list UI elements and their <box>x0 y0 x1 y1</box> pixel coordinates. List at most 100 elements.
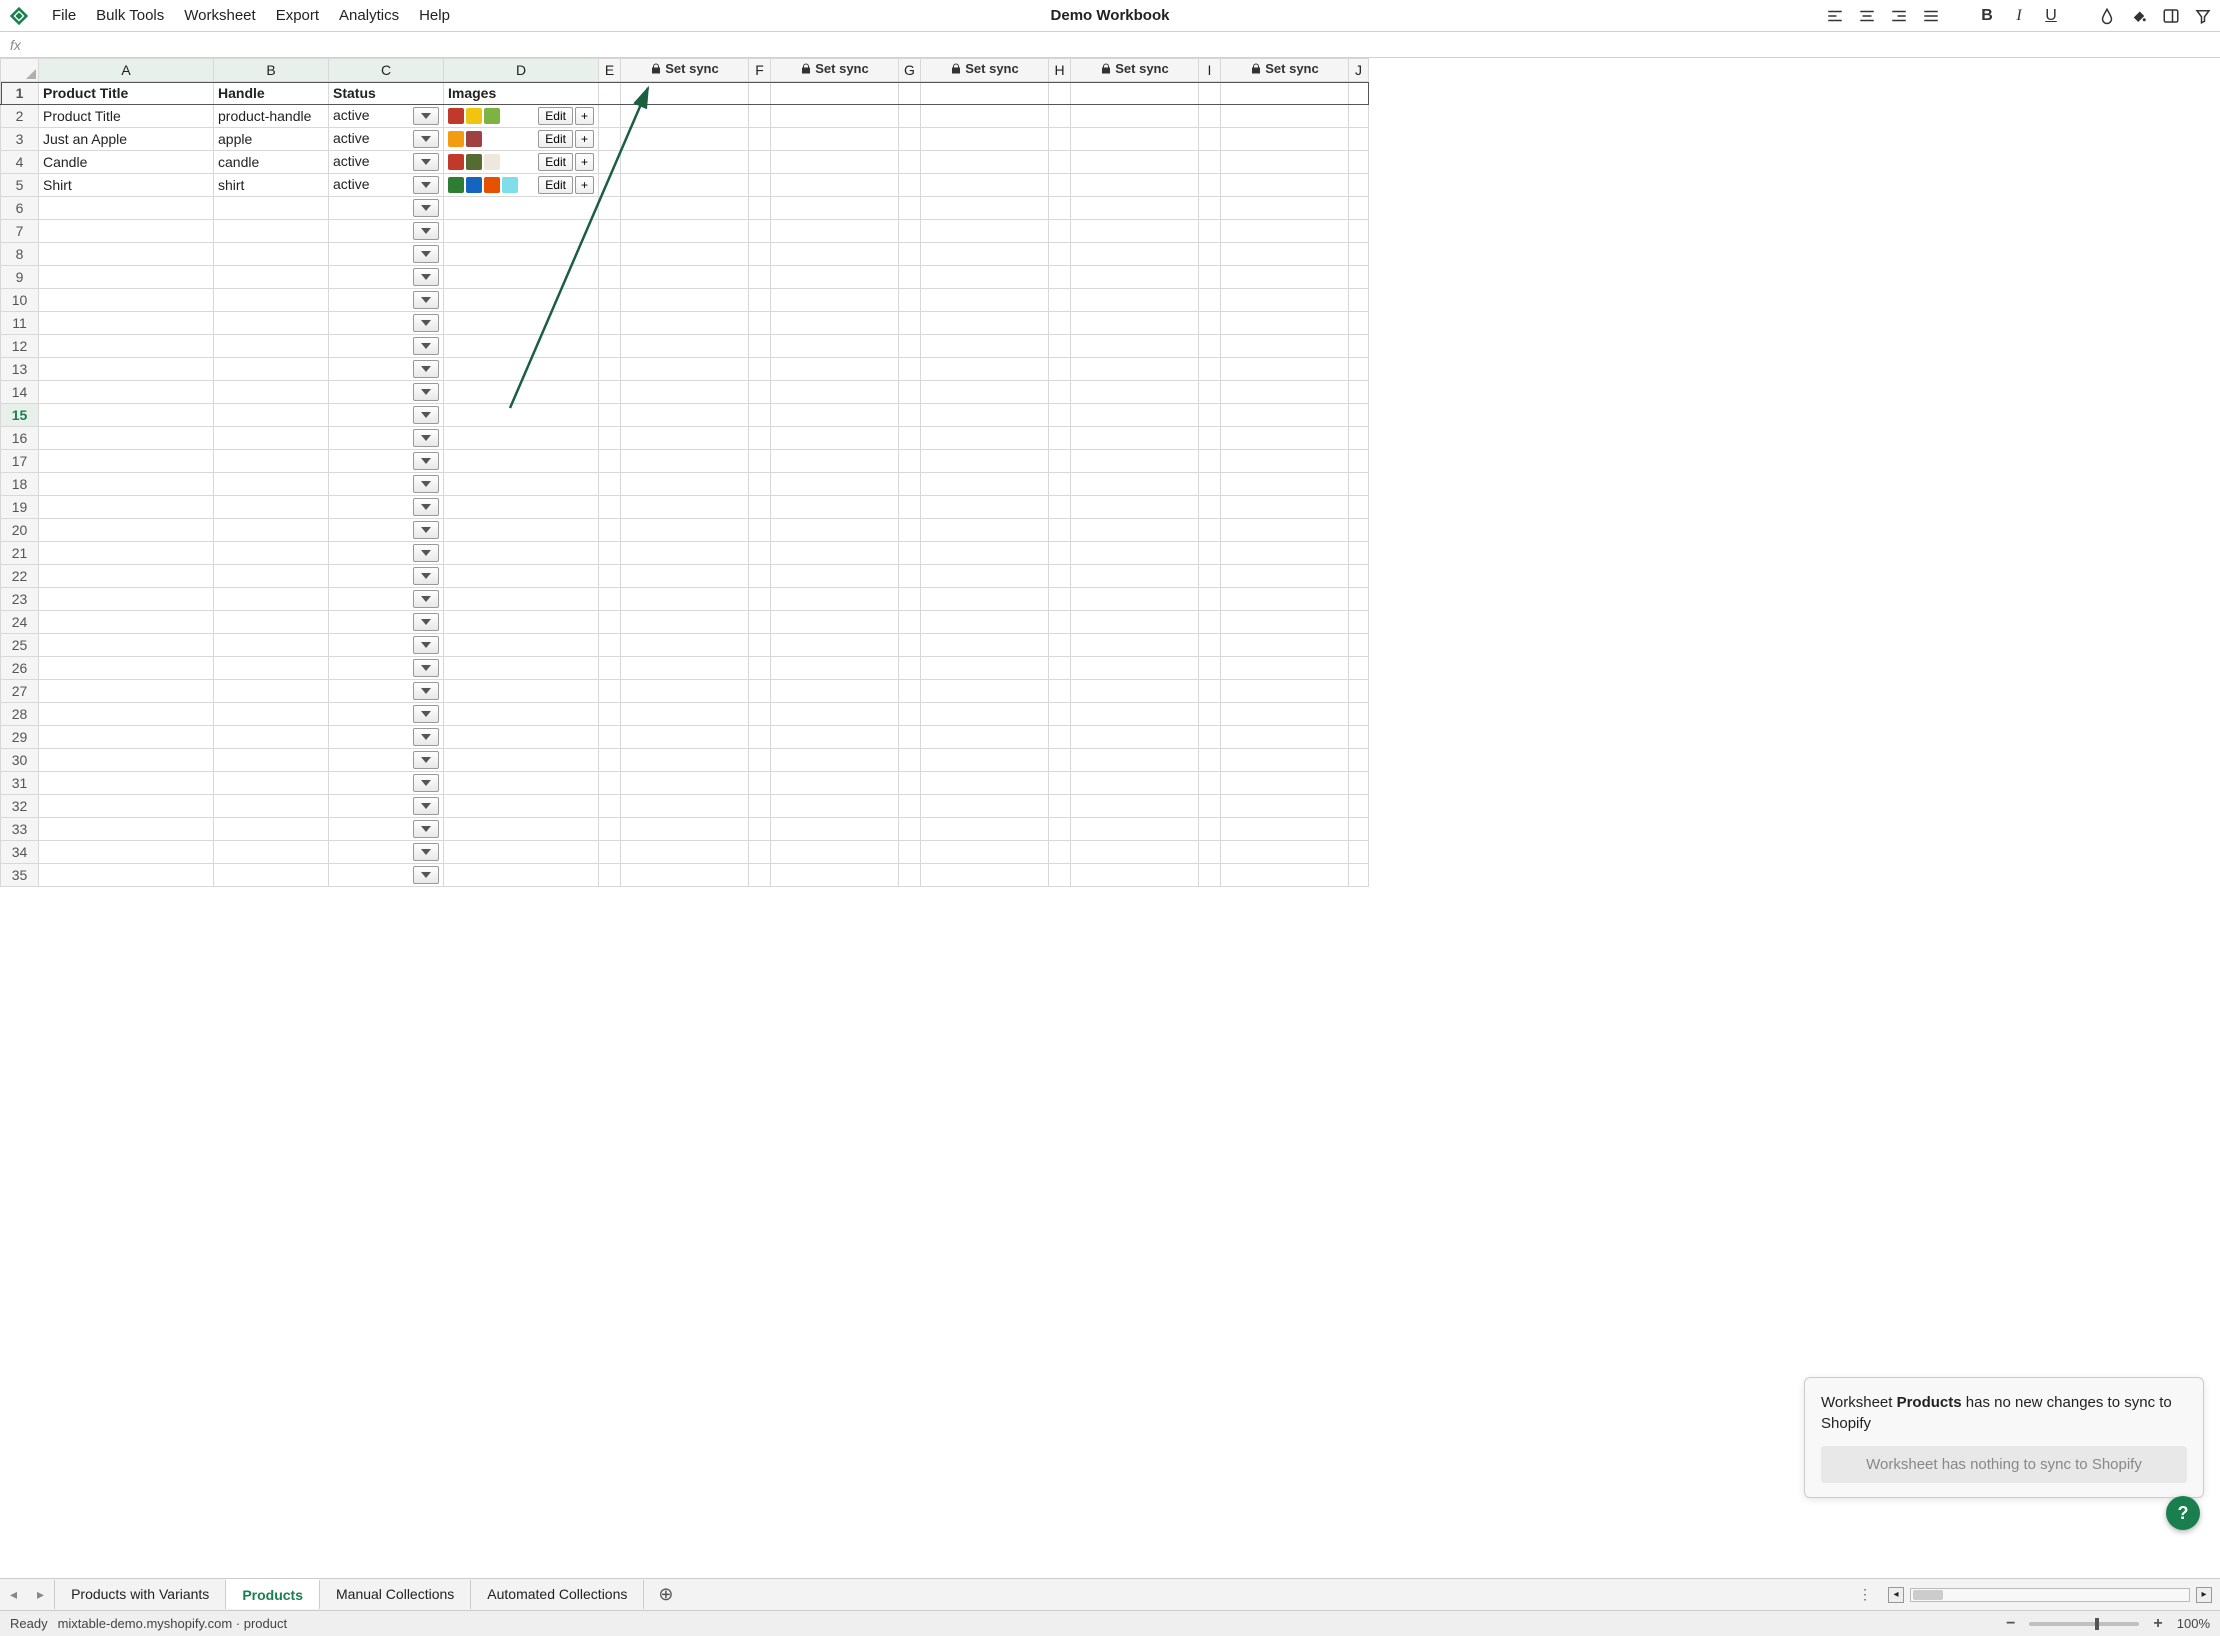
cell[interactable] <box>1221 841 1349 864</box>
cell[interactable] <box>329 864 444 887</box>
cell[interactable] <box>921 151 1049 174</box>
cell[interactable] <box>599 404 621 427</box>
cell[interactable] <box>444 335 599 358</box>
cell[interactable] <box>599 312 621 335</box>
cell[interactable] <box>921 312 1049 335</box>
cell[interactable] <box>621 473 749 496</box>
cell-status[interactable]: active <box>329 174 444 197</box>
ink-icon[interactable] <box>2098 7 2116 25</box>
status-dropdown-icon[interactable] <box>413 797 439 815</box>
cell[interactable] <box>444 818 599 841</box>
cell[interactable] <box>899 519 921 542</box>
cell[interactable] <box>39 381 214 404</box>
cell[interactable] <box>771 312 899 335</box>
cell[interactable] <box>39 427 214 450</box>
status-dropdown-icon[interactable] <box>413 383 439 401</box>
cell-handle[interactable]: product-handle <box>214 105 329 128</box>
cell[interactable] <box>621 634 749 657</box>
cell[interactable] <box>621 542 749 565</box>
cell[interactable] <box>1071 542 1199 565</box>
cell[interactable] <box>444 519 599 542</box>
cell[interactable] <box>1349 358 1369 381</box>
cell[interactable] <box>599 749 621 772</box>
cell[interactable] <box>1049 335 1071 358</box>
cell[interactable] <box>921 864 1049 887</box>
cell[interactable] <box>771 565 899 588</box>
cell[interactable] <box>621 703 749 726</box>
cell[interactable] <box>921 427 1049 450</box>
cell[interactable] <box>899 496 921 519</box>
cell[interactable] <box>899 818 921 841</box>
cell[interactable] <box>1199 795 1221 818</box>
cell[interactable] <box>39 197 214 220</box>
cell[interactable] <box>921 519 1049 542</box>
cell[interactable] <box>214 772 329 795</box>
cell[interactable] <box>899 680 921 703</box>
cell[interactable] <box>1049 657 1071 680</box>
cell[interactable] <box>329 312 444 335</box>
underline-icon[interactable]: U <box>2042 7 2060 25</box>
cell[interactable] <box>921 496 1049 519</box>
cell[interactable] <box>771 611 899 634</box>
cell[interactable] <box>1071 519 1199 542</box>
cell[interactable] <box>214 450 329 473</box>
cell[interactable] <box>1349 588 1369 611</box>
cell[interactable] <box>921 680 1049 703</box>
col-header-E[interactable]: E <box>599 59 621 82</box>
cell[interactable] <box>444 726 599 749</box>
cell[interactable] <box>39 519 214 542</box>
cell[interactable] <box>214 542 329 565</box>
cell[interactable] <box>621 404 749 427</box>
cell[interactable] <box>1071 197 1199 220</box>
cell-images[interactable]: Edit+ <box>444 151 599 174</box>
row-header[interactable]: 20 <box>1 519 39 542</box>
status-dropdown-icon[interactable] <box>413 176 439 194</box>
row-header[interactable]: 14 <box>1 381 39 404</box>
cell[interactable] <box>39 818 214 841</box>
cell[interactable] <box>921 565 1049 588</box>
cell[interactable] <box>214 312 329 335</box>
cell[interactable] <box>214 519 329 542</box>
cell[interactable] <box>329 841 444 864</box>
set-sync-E[interactable]: Set sync <box>621 59 749 82</box>
cell[interactable] <box>1349 657 1369 680</box>
cell[interactable] <box>444 404 599 427</box>
cell-status[interactable]: active <box>329 151 444 174</box>
cell[interactable] <box>771 496 899 519</box>
align-left-icon[interactable] <box>1826 7 1844 25</box>
cell[interactable] <box>921 795 1049 818</box>
cell-handle[interactable]: apple <box>214 128 329 151</box>
cell[interactable] <box>1349 289 1369 312</box>
cell[interactable] <box>329 289 444 312</box>
cell[interactable] <box>1221 312 1349 335</box>
cell[interactable] <box>444 542 599 565</box>
cell[interactable] <box>1071 864 1199 887</box>
cell[interactable] <box>921 473 1049 496</box>
status-dropdown-icon[interactable] <box>413 820 439 838</box>
menu-export[interactable]: Export <box>266 3 329 28</box>
row-header[interactable]: 1 <box>1 82 39 105</box>
cell[interactable] <box>771 220 899 243</box>
zoom-out-button[interactable]: − <box>2002 1615 2019 1633</box>
add-image-button[interactable]: + <box>575 153 594 171</box>
cell[interactable] <box>1049 542 1071 565</box>
cell[interactable] <box>771 703 899 726</box>
row-header[interactable]: 4 <box>1 151 39 174</box>
cell[interactable] <box>921 726 1049 749</box>
cell[interactable] <box>39 680 214 703</box>
cell[interactable] <box>214 864 329 887</box>
hscroll-track[interactable] <box>1910 1588 2190 1602</box>
cell[interactable] <box>329 404 444 427</box>
row-header[interactable]: 3 <box>1 128 39 151</box>
cell[interactable] <box>1349 473 1369 496</box>
status-dropdown-icon[interactable] <box>413 544 439 562</box>
cell[interactable] <box>214 565 329 588</box>
cell[interactable] <box>599 358 621 381</box>
cell[interactable] <box>329 427 444 450</box>
cell[interactable] <box>899 151 921 174</box>
tab-prev-icon[interactable]: ◂ <box>0 1586 27 1603</box>
cell[interactable] <box>599 542 621 565</box>
status-dropdown-icon[interactable] <box>413 521 439 539</box>
cell[interactable] <box>771 243 899 266</box>
status-dropdown-icon[interactable] <box>413 337 439 355</box>
